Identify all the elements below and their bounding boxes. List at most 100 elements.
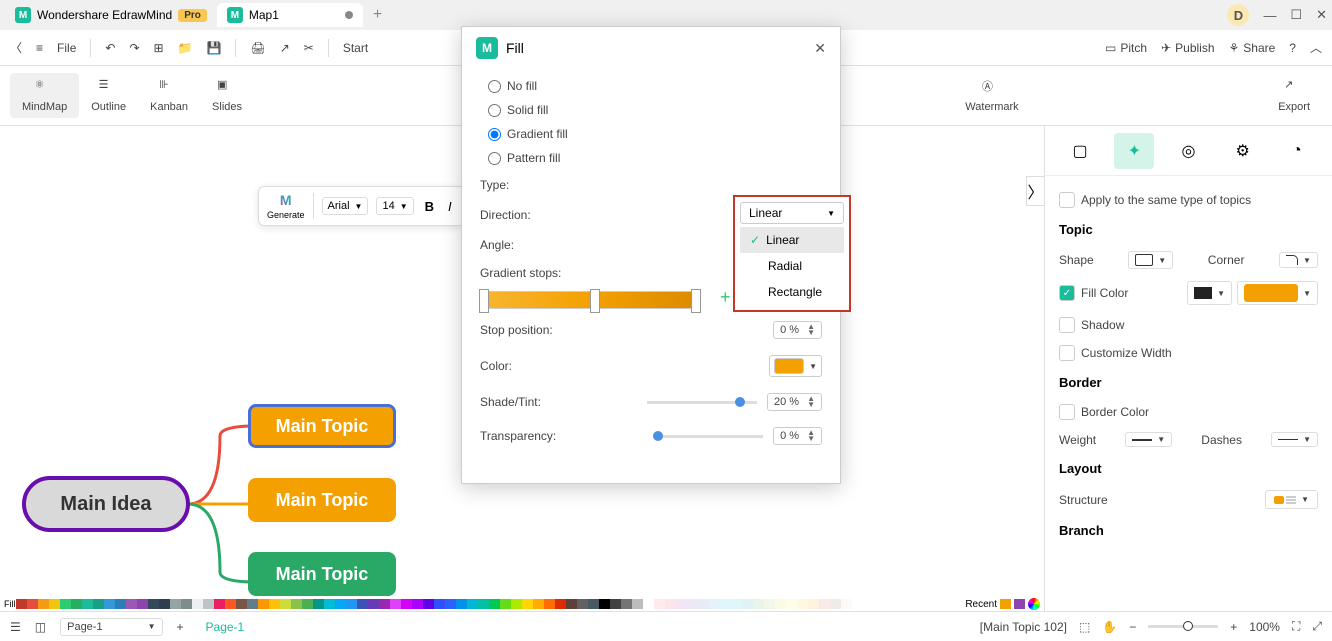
radio-gradient[interactable]: Gradient fill (480, 122, 822, 146)
node-main-idea[interactable]: Main Idea (22, 476, 190, 532)
node-topic-2[interactable]: Main Topic (248, 478, 396, 522)
dialog-close-button[interactable]: ✕ (814, 40, 826, 57)
tab-app[interactable]: M Wondershare EdrawMind Pro (5, 3, 217, 27)
custwidth-check[interactable]: Customize Width (1059, 345, 1172, 361)
font-select[interactable]: Arial▼ (322, 197, 369, 215)
minimize-icon[interactable]: — (1263, 8, 1276, 23)
zoom-in-button[interactable]: + (1230, 620, 1237, 634)
stoppos-input[interactable]: 0 %▲▼ (773, 321, 822, 339)
doc-icon: M (227, 7, 243, 23)
dashes-label: Dashes (1201, 433, 1242, 447)
dd-radial[interactable]: Radial (740, 253, 844, 279)
corner-select[interactable]: ▼ (1279, 252, 1318, 268)
save-icon[interactable]: 💾 (207, 41, 222, 55)
viewtab-watermark[interactable]: Ⓐ Watermark (953, 73, 1030, 118)
select-mode-icon[interactable]: ⬚ (1079, 620, 1090, 634)
recent-sw-1[interactable] (1000, 599, 1011, 609)
menu-icon[interactable]: ≡ (36, 41, 43, 55)
add-stop-button[interactable]: + (720, 287, 731, 308)
pitch-button[interactable]: ▭ Pitch (1105, 41, 1147, 55)
transp-input[interactable]: 0 %▲▼ (773, 427, 822, 445)
user-avatar[interactable]: D (1227, 4, 1249, 26)
rp-tab-settings[interactable]: ⚙ (1223, 133, 1263, 169)
radio-pattern[interactable]: Pattern fill (480, 146, 822, 170)
crop-icon[interactable]: ✂ (304, 41, 314, 55)
pan-mode-icon[interactable]: ✋ (1102, 620, 1117, 634)
node-topic-1[interactable]: Main Topic (248, 404, 396, 448)
back-button[interactable]: 〈 (10, 39, 22, 56)
italic-button[interactable]: I (445, 197, 455, 216)
node-topic-3[interactable]: Main Topic (248, 552, 396, 596)
maximize-icon[interactable]: ☐ (1290, 7, 1302, 23)
open-icon[interactable]: 📁 (178, 41, 193, 55)
structure-select[interactable]: ▼ (1265, 490, 1318, 509)
transp-slider[interactable] (653, 435, 763, 438)
rp-tab-history[interactable]: ◔ (1277, 133, 1317, 169)
kanban-label: Kanban (150, 101, 188, 113)
color-bar: Fill Recent (0, 597, 1044, 611)
bold-button[interactable]: B (422, 197, 437, 216)
viewtab-export[interactable]: ↗ Export (1266, 73, 1322, 118)
fillcolor-main[interactable]: ▼ (1237, 281, 1318, 305)
viewtab-outline[interactable]: ☰ Outline (79, 73, 138, 118)
structure-label: Structure (1059, 493, 1108, 507)
generate-button[interactable]: М Generate (267, 192, 305, 220)
shade-input[interactable]: 20 %▲▼ (767, 393, 822, 411)
viewtab-kanban[interactable]: ⊪ Kanban (138, 73, 200, 118)
shape-select[interactable]: ▼ (1128, 251, 1173, 269)
gradient-slider[interactable] (480, 291, 700, 309)
help-icon[interactable]: ? (1289, 41, 1296, 55)
tab-map1[interactable]: M Map1 (217, 3, 363, 27)
recent-label: Recent (965, 599, 997, 610)
size-select[interactable]: 14▼ (376, 197, 413, 215)
fill-label: Fill (4, 599, 16, 609)
recent-sw-2[interactable] (1014, 599, 1025, 609)
radio-solid[interactable]: Solid fill (480, 98, 822, 122)
bordercolor-check[interactable]: Border Color (1059, 404, 1149, 420)
outline-toggle-icon[interactable]: ☰ (10, 620, 21, 634)
radio-nofill[interactable]: No fill (480, 74, 822, 98)
colorwheel-icon[interactable] (1028, 598, 1040, 610)
fillcolor-dark[interactable]: ▼ (1187, 281, 1232, 305)
dd-rectangle[interactable]: Rectangle (740, 279, 844, 305)
chevron-up-icon[interactable]: ︿ (1310, 39, 1322, 56)
fit-screen-icon[interactable]: ⛶ (1292, 619, 1300, 634)
rp-tab-format[interactable]: ✦ (1114, 133, 1154, 169)
properties-panel: ▢ ✦ ◎ ⚙ ◔ Apply to the same type of topi… (1044, 126, 1332, 611)
zoom-out-button[interactable]: − (1129, 620, 1136, 634)
color-picker[interactable]: ▼ (769, 355, 822, 377)
zoom-slider[interactable] (1148, 625, 1218, 628)
publish-button[interactable]: ✈ Publish (1161, 41, 1214, 55)
add-page-button[interactable]: + (177, 620, 184, 634)
apply-same-check[interactable]: Apply to the same type of topics (1059, 192, 1251, 208)
shadow-check[interactable]: Shadow (1059, 317, 1124, 333)
shade-slider[interactable] (647, 401, 757, 404)
shape-label: Shape (1059, 253, 1094, 267)
color-swatches[interactable] (16, 599, 966, 609)
new-doc-icon[interactable]: ⊞ (154, 41, 164, 55)
redo-icon[interactable]: ↷ (129, 41, 139, 55)
fullscreen-icon[interactable]: ⤢ (1312, 619, 1322, 634)
new-tab-button[interactable]: + (373, 6, 382, 24)
rp-tab-style[interactable]: ▢ (1060, 133, 1100, 169)
weight-select[interactable]: ▼ (1125, 432, 1172, 447)
close-icon[interactable]: ✕ (1316, 7, 1327, 23)
export-icon[interactable]: ↗ (280, 41, 290, 55)
print-icon[interactable]: 🖨 (250, 41, 265, 55)
sidebar-toggle-icon[interactable]: ◫ (35, 620, 46, 634)
undo-icon[interactable]: ↶ (105, 41, 115, 55)
dashes-select[interactable]: ▼ (1271, 432, 1318, 447)
zoom-level[interactable]: 100% (1249, 620, 1280, 634)
share-button[interactable]: ⚘ Share (1229, 41, 1276, 55)
page-tab-1[interactable]: Page-1 (198, 620, 253, 634)
type-select[interactable]: Linear▼ (740, 202, 844, 224)
fillcolor-check[interactable]: ✓Fill Color (1059, 285, 1128, 301)
page-select[interactable]: Page-1▼ (60, 618, 162, 636)
viewtab-mindmap[interactable]: ⚛ MindMap (10, 73, 79, 118)
dd-linear[interactable]: ✓Linear (740, 227, 844, 253)
file-menu[interactable]: File (57, 41, 76, 55)
rp-tab-location[interactable]: ◎ (1168, 133, 1208, 169)
start-menu[interactable]: Start (343, 41, 368, 55)
panel-collapse-button[interactable]: 〉 (1026, 176, 1044, 206)
viewtab-slides[interactable]: ▣ Slides (200, 73, 254, 118)
